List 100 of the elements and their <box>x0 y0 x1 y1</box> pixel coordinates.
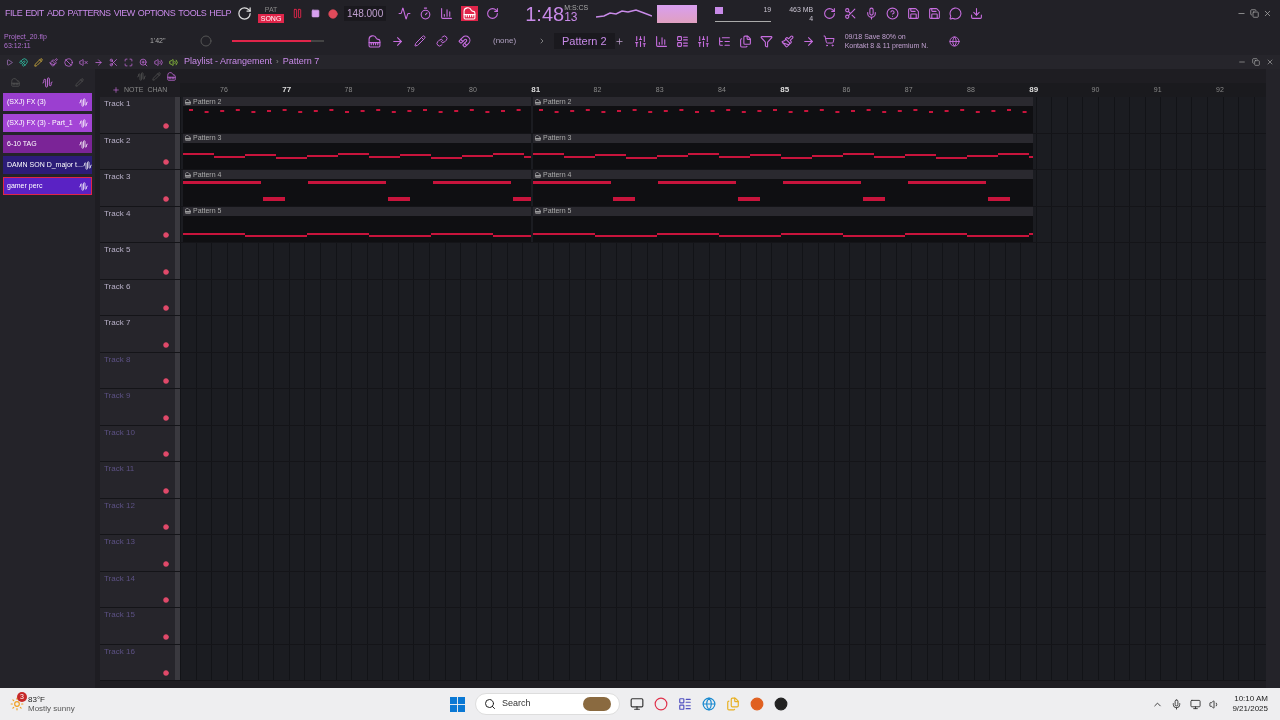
channel-selector[interactable]: (none) <box>493 35 538 47</box>
record-dot-icon[interactable] <box>163 633 169 640</box>
add-track-icon[interactable] <box>112 86 120 94</box>
piano-icon[interactable] <box>167 71 176 81</box>
restore-icon[interactable] <box>1252 58 1260 66</box>
chat-icon[interactable] <box>949 7 963 20</box>
play-icon[interactable] <box>6 58 13 66</box>
playback-icon[interactable] <box>154 57 163 67</box>
record-dot-icon[interactable] <box>163 597 169 603</box>
record-icon[interactable] <box>328 8 339 19</box>
waveform-icon[interactable] <box>42 76 53 88</box>
weather-icon[interactable] <box>10 697 24 711</box>
windows-icon[interactable] <box>450 696 465 712</box>
sliders-icon[interactable] <box>696 34 710 48</box>
slip-icon[interactable] <box>94 57 103 67</box>
link-icon[interactable] <box>436 35 448 47</box>
menu-item[interactable]: TOOLS <box>178 6 207 21</box>
level-meter-drawing <box>657 4 698 23</box>
step-edit-button[interactable] <box>461 6 479 21</box>
help-icon[interactable] <box>886 7 900 20</box>
record-dot-icon[interactable] <box>163 524 169 530</box>
menu-item[interactable]: PATTERNS <box>67 6 111 21</box>
record-dot-icon[interactable] <box>163 670 169 676</box>
record-dot-icon[interactable] <box>163 378 169 384</box>
window-title: Playlist - Arrangement <box>184 55 273 69</box>
oscilloscope-drawing <box>596 6 653 21</box>
bar-number: 85 <box>780 84 791 96</box>
scrollbar[interactable] <box>1266 69 1280 688</box>
browser-tree-icon[interactable] <box>717 34 731 48</box>
pen-icon[interactable] <box>414 35 426 47</box>
cart-icon[interactable] <box>822 35 835 47</box>
record-dot-icon[interactable] <box>163 451 169 457</box>
arrow-icon[interactable] <box>391 34 404 48</box>
track-header[interactable]: Track 5 <box>100 243 175 279</box>
magnet-icon[interactable] <box>19 57 28 67</box>
menu-item[interactable]: HELP <box>209 6 232 21</box>
globe-icon[interactable] <box>948 35 960 47</box>
pause-icon[interactable] <box>292 8 304 19</box>
record-dot-icon[interactable] <box>163 195 169 202</box>
zoom-icon[interactable] <box>139 57 148 67</box>
stop-icon[interactable] <box>311 9 321 18</box>
microphone-icon[interactable] <box>865 7 879 20</box>
delete-icon[interactable] <box>64 57 73 67</box>
track-header[interactable]: Track 1 <box>100 97 175 133</box>
microphone-icon[interactable] <box>1171 698 1183 710</box>
record-dot-icon[interactable] <box>163 305 169 311</box>
record-dot-icon[interactable] <box>163 560 169 567</box>
undo-icon[interactable] <box>823 7 837 20</box>
pattern-selector[interactable]: Pattern 2 <box>554 32 615 50</box>
track-header[interactable]: Track 2 <box>100 133 175 169</box>
record-dot-icon[interactable] <box>163 487 169 494</box>
download-icon[interactable] <box>970 7 984 20</box>
record-dot-icon[interactable] <box>163 159 169 165</box>
browser-icon[interactable] <box>654 697 668 711</box>
task-view-icon[interactable] <box>630 697 644 711</box>
record-dot-icon[interactable] <box>163 414 169 421</box>
waveform-icon <box>79 97 88 107</box>
record-dot-icon[interactable] <box>163 232 169 238</box>
pencil-icon[interactable] <box>34 57 43 67</box>
bar-number: 89 <box>1029 84 1040 96</box>
menu-item[interactable]: VIEW <box>113 6 135 21</box>
restore-icon[interactable] <box>1250 9 1259 18</box>
time-display: 1:48 <box>525 1 565 27</box>
track-header[interactable]: Track 3 <box>100 170 175 206</box>
slice-icon[interactable] <box>109 57 118 67</box>
network-icon[interactable] <box>1190 698 1202 710</box>
record-dot-icon[interactable] <box>163 268 169 275</box>
tempo-display[interactable]: 148.000 <box>344 6 387 21</box>
centiseconds-display: 13 <box>564 11 579 23</box>
save-icon[interactable] <box>907 7 921 20</box>
mute-icon[interactable] <box>79 57 88 67</box>
mixer-icon[interactable] <box>633 34 647 48</box>
speaker-icon[interactable] <box>169 57 178 67</box>
close-icon[interactable] <box>1263 9 1272 18</box>
save-new-icon[interactable] <box>928 7 942 20</box>
files-icon[interactable] <box>738 34 752 48</box>
select-icon[interactable] <box>124 57 133 67</box>
loop-icon[interactable] <box>486 7 500 20</box>
menu-item[interactable]: EDIT <box>25 6 44 21</box>
track-header[interactable]: Track 6 <box>100 279 175 315</box>
add-pattern-icon[interactable] <box>614 36 624 46</box>
record-dot-icon[interactable] <box>163 122 169 129</box>
app-icon[interactable] <box>774 697 788 711</box>
menu-item[interactable]: FILE <box>5 6 23 21</box>
brush-icon[interactable] <box>780 34 794 48</box>
track-header[interactable]: Track 7 <box>100 316 175 352</box>
browser-icon[interactable] <box>702 697 716 711</box>
menu-item[interactable]: OPTIONS <box>137 6 176 21</box>
clock-date: 9/21/2025 <box>1232 704 1268 714</box>
close-icon[interactable] <box>1266 58 1274 66</box>
track-header[interactable]: Track 4 <box>100 206 175 242</box>
record-dot-icon[interactable] <box>163 341 169 348</box>
channel-rack-icon[interactable] <box>675 34 689 48</box>
brush-icon[interactable] <box>49 57 58 67</box>
search-field[interactable]: Search <box>475 693 620 715</box>
menu-item[interactable]: ADD <box>46 6 65 21</box>
wait-icon[interactable] <box>419 7 433 20</box>
cpu-meter-icon <box>715 7 724 14</box>
scissors-icon[interactable] <box>844 7 858 20</box>
piano-icon[interactable] <box>368 34 381 48</box>
